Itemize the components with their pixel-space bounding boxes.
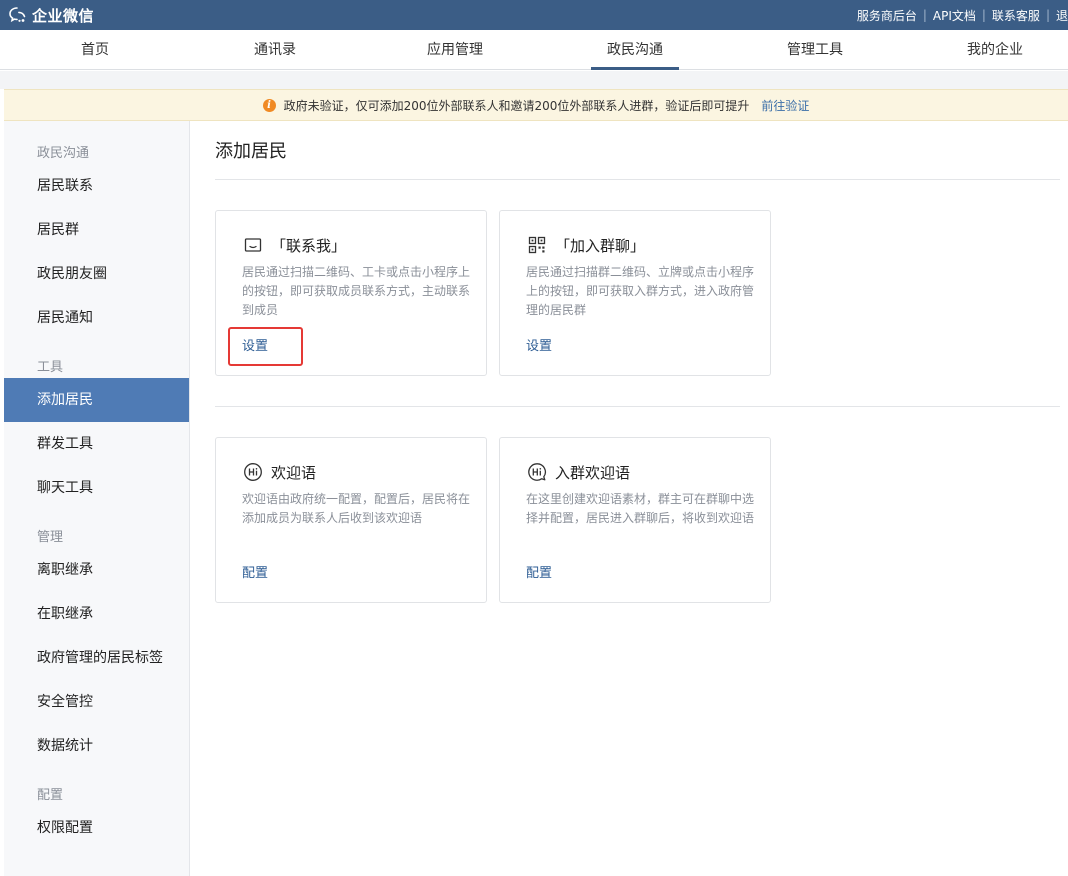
tab-app-management[interactable]: 应用管理 [365,30,545,70]
card-welcome-message: 欢迎语 欢迎语由政府统一配置，配置后，居民将在添加成员为联系人后收到该欢迎语 配… [215,437,487,603]
page-gap [0,71,1068,89]
card-description: 欢迎语由政府统一配置，配置后，居民将在添加成员为联系人后收到该欢迎语 [242,492,471,525]
group-welcome-config-link[interactable]: 配置 [526,562,552,581]
logo[interactable]: 企业微信 [8,5,94,25]
wecom-logo-icon [9,7,26,23]
welcome-config-link[interactable]: 配置 [242,562,268,581]
separator: | [981,8,986,22]
tab-label: 我的企业 [967,42,1023,58]
tab-label: 首页 [81,42,109,58]
card-description: 居民通过扫描二维码、工卡或点击小程序上的按钮，即可获取成员联系方式，主动联系到成… [242,265,471,317]
card-description: 居民通过扫描群二维码、立牌或点击小程序上的按钮，即可获取入群方式，进入政府管理的… [526,265,755,317]
sidebar-item-moments[interactable]: 政民朋友圈 [4,252,189,296]
notice-text: 政府未验证，仅可添加200位外部联系人和邀请200位外部联系人进群，验证后即可提… [283,98,750,113]
card-title: 欢迎语 [271,463,317,482]
logo-text: 企业微信 [32,6,95,25]
card-title: 入群欢迎语 [555,463,631,482]
sidebar-item-resident-notice[interactable]: 居民通知 [4,296,189,340]
divider [215,406,1060,407]
divider [215,179,1060,180]
sidebar-item-permissions[interactable]: 权限配置 [4,806,189,850]
hi-icon [244,463,262,481]
sidebar-group-label: 配置 [37,788,64,803]
sidebar-item-resident-contact[interactable]: 居民联系 [4,164,189,208]
sidebar-group-label: 政民沟通 [37,146,90,161]
card-description: 在这里创建欢迎语素材，群主可在群聊中选择并配置，居民进入群聊后，将收到欢迎语 [526,492,755,525]
verification-notice: i 政府未验证，仅可添加200位外部联系人和邀请200位外部联系人进群，验证后即… [4,89,1068,121]
card-group-welcome-message: 入群欢迎语 在这里创建欢迎语素材，群主可在群聊中选择并配置，居民进入群聊后，将收… [499,437,771,603]
sidebar-item-resident-group[interactable]: 居民群 [4,208,189,252]
tab-contacts[interactable]: 通讯录 [185,30,365,70]
tab-my-enterprise[interactable]: 我的企业 [905,30,1068,70]
tab-management-tools[interactable]: 管理工具 [725,30,905,70]
page-title: 添加居民 [215,141,287,162]
sidebar-item-add-resident[interactable]: 添加居民 [4,378,189,422]
logout-link[interactable]: 退 [1056,7,1068,24]
qrcode-icon [528,236,546,254]
customer-service-link[interactable]: 联系客服 [992,7,1040,24]
api-docs-link[interactable]: API文档 [933,7,976,24]
main-nav: 首页 通讯录 应用管理 政民沟通 管理工具 我的企业 [0,30,1068,70]
tab-label: 政民沟通 [607,42,663,58]
go-verify-link[interactable]: 前往验证 [761,97,809,114]
sidebar-item-security[interactable]: 安全管控 [4,680,189,724]
separator: | [922,8,927,22]
top-links: 服务商后台 | API文档 | 联系客服 | 退 [857,0,1068,30]
sidebar-item-resident-tags[interactable]: 政府管理的居民标签 [4,636,189,680]
contact-me-icon [244,238,262,252]
separator: | [1045,8,1050,22]
tab-label: 通讯录 [254,42,296,58]
info-icon: i [262,98,276,112]
card-join-group: 「加入群聊」 居民通过扫描群二维码、立牌或点击小程序上的按钮，即可获取入群方式，… [499,210,771,376]
join-group-settings-link[interactable]: 设置 [526,335,552,354]
highlight-box [228,327,303,366]
sidebar-item-mass-send[interactable]: 群发工具 [4,422,189,466]
sidebar-group-label: 工具 [37,360,64,375]
sidebar: 政民沟通 居民联系 居民群 政民朋友圈 居民通知 工具 添加居民 群发工具 聊天… [4,121,190,876]
sidebar-item-active-inherit[interactable]: 在职继承 [4,592,189,636]
tab-label: 应用管理 [427,42,483,58]
sidebar-item-chat-tools[interactable]: 聊天工具 [4,466,189,510]
tab-label: 管理工具 [787,42,843,58]
card-title: 「加入群聊」 [555,236,646,255]
service-provider-link[interactable]: 服务商后台 [857,7,917,24]
active-tab-indicator [591,67,679,70]
top-bar: 企业微信 服务商后台 | API文档 | 联系客服 | 退 [0,0,1068,30]
tab-home[interactable]: 首页 [5,30,185,70]
card-title: 「联系我」 [271,236,347,255]
sidebar-item-resigned-inherit[interactable]: 离职继承 [4,548,189,592]
hi-chat-icon [528,463,546,481]
tab-citizen-communication[interactable]: 政民沟通 [545,30,725,70]
sidebar-item-statistics[interactable]: 数据统计 [4,724,189,768]
sidebar-group-label: 管理 [37,530,64,545]
